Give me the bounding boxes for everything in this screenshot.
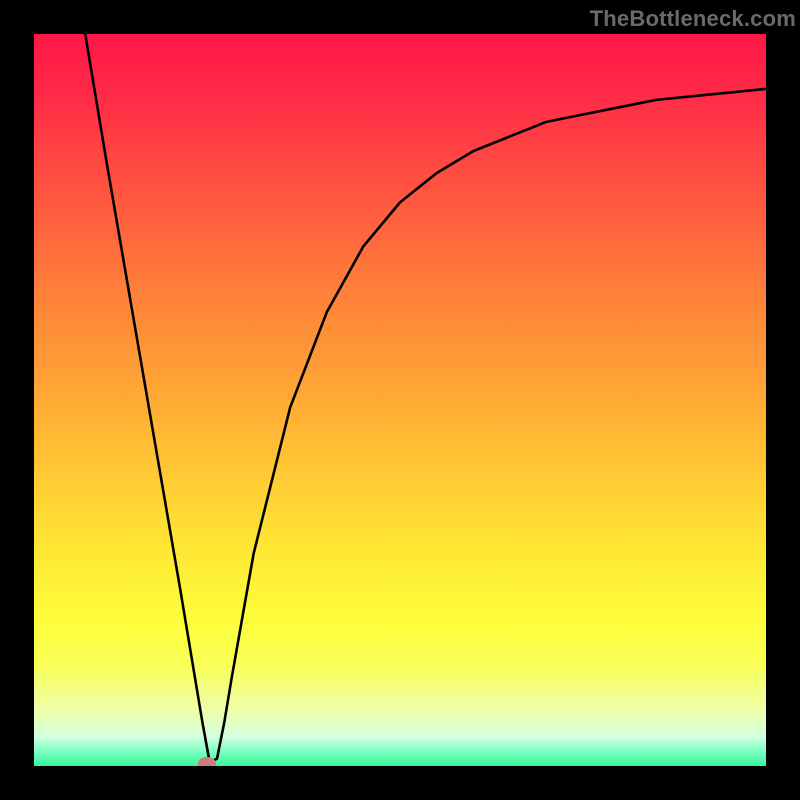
plot-area (34, 34, 766, 766)
curve-svg (34, 34, 766, 766)
watermark-text: TheBottleneck.com (590, 6, 796, 32)
optimal-marker (198, 757, 216, 766)
bottleneck-curve-path (85, 34, 766, 762)
